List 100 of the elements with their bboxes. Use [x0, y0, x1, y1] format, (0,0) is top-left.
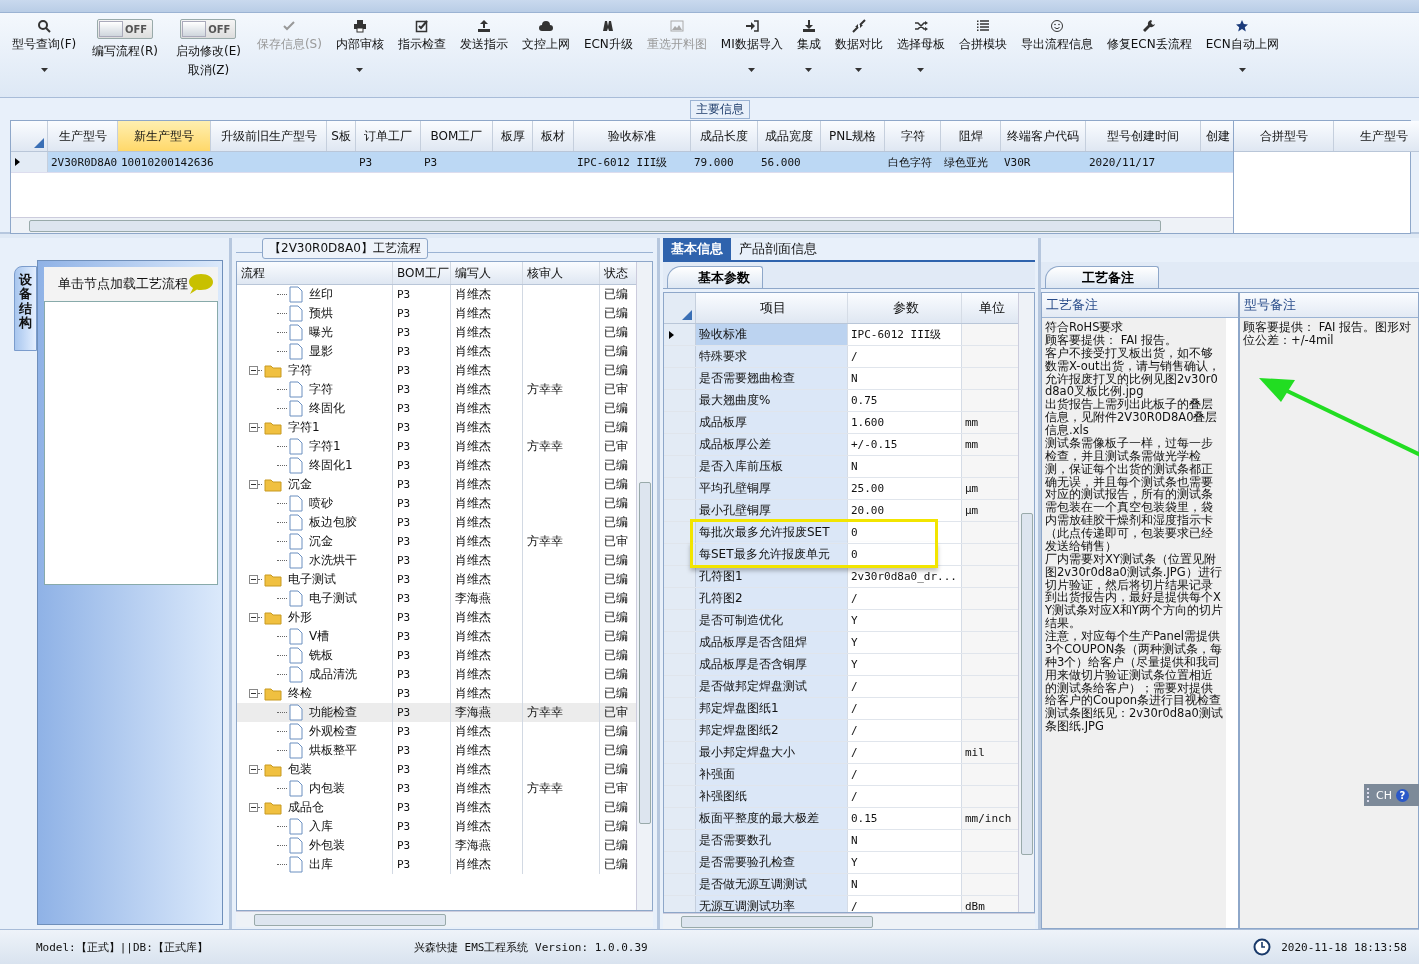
- language-bar[interactable]: CH ?: [1364, 784, 1419, 806]
- tab[interactable]: 工艺备注: [1045, 266, 1159, 288]
- collapse-icon[interactable]: [249, 765, 258, 774]
- check-icon: [282, 19, 297, 33]
- table-row[interactable]: 是否入库前压板 N: [664, 456, 1018, 478]
- table-row[interactable]: 是否做无源互调测试 N: [664, 874, 1018, 896]
- table-row[interactable]: 成品板厚是否含铜厚 Y: [664, 654, 1018, 676]
- table-cell: P3: [397, 592, 411, 605]
- table-row[interactable]: 是否做邦定焊盘测试 /: [664, 676, 1018, 698]
- tab[interactable]: 基本参数: [667, 266, 763, 288]
- toolbar-button[interactable]: MI数据导入: [714, 15, 789, 74]
- folder-icon: [264, 610, 282, 625]
- toolbar-button[interactable]: 修复ECN丢流程: [1100, 15, 1198, 55]
- table-cell: P3: [397, 383, 411, 396]
- toolbar-button[interactable]: ECN升级: [577, 15, 639, 55]
- toolbar-button[interactable]: 合拼模块: [952, 15, 1013, 55]
- table-cell: 肖维杰: [455, 552, 491, 569]
- toolbar-button[interactable]: ECN自动上网: [1199, 15, 1285, 74]
- column-header[interactable]: 参数: [848, 293, 962, 323]
- toolbar-button[interactable]: 内部审核: [329, 15, 390, 74]
- vertical-tab[interactable]: 设备结构: [14, 266, 37, 352]
- column-header[interactable]: BOM工厂: [421, 121, 493, 151]
- table-cell: 肖维杰: [455, 514, 491, 531]
- table-row[interactable]: 最小邦定焊盘大小 / mil: [664, 742, 1018, 764]
- column-header[interactable]: BOM工厂: [393, 262, 451, 284]
- collapse-icon[interactable]: [249, 689, 258, 698]
- table-cell: 李海燕: [455, 837, 491, 854]
- vertical-scrollbar[interactable]: [1018, 293, 1034, 912]
- column-header[interactable]: 流程: [237, 262, 393, 284]
- toolbar-button[interactable]: 指示检查: [391, 15, 452, 55]
- column-header[interactable]: 板材: [533, 121, 574, 151]
- collapse-icon[interactable]: [249, 480, 258, 489]
- column-header[interactable]: 编写人: [451, 262, 523, 284]
- column-header[interactable]: 验收标准: [574, 121, 691, 151]
- table-row[interactable]: 板面平整度的最大极差 0.15 mm/inch: [664, 808, 1018, 830]
- collapse-icon[interactable]: [249, 613, 258, 622]
- table-row[interactable]: 2V30R0D8A0 10010200142636 P3 P3 IPC-6012 III级 79.000 56.000 白色字符 绿色亚光 V30R 2020/11/17: [11, 152, 1233, 173]
- column-header[interactable]: 订单工厂: [356, 121, 421, 151]
- table-row[interactable]: 平均孔壁铜厚 25.00 μm: [664, 478, 1018, 500]
- table-row[interactable]: 邦定焊盘图纸1 /: [664, 698, 1018, 720]
- horizontal-scrollbar[interactable]: [663, 913, 1035, 929]
- table-row[interactable]: 最小孔壁铜厚 20.00 μm: [664, 500, 1018, 522]
- toggle-switch[interactable]: OFF: [180, 19, 237, 39]
- table-cell-text: 2V30R0D8A0: [50, 154, 118, 171]
- table-row[interactable]: 是否可制造优化 Y: [664, 610, 1018, 632]
- table-row[interactable]: 孔符图1 2v30r0d8a0_dr...: [664, 566, 1018, 588]
- table-row[interactable]: 孔符图2 /: [664, 588, 1018, 610]
- collapse-icon[interactable]: [249, 575, 258, 584]
- toggle-switch[interactable]: OFF: [97, 19, 154, 39]
- table-row[interactable]: 成品板厚公差 +/-0.15 mm: [664, 434, 1018, 456]
- table-row[interactable]: 每SET最多允许报废单元 0: [664, 544, 1018, 566]
- column-header[interactable]: 型号创建时间: [1086, 121, 1201, 151]
- column-header[interactable]: 成品长度: [691, 121, 758, 151]
- toolbar-button[interactable]: 发送指示: [453, 15, 514, 55]
- horizontal-scrollbar[interactable]: [236, 911, 653, 927]
- table-row[interactable]: 最大翘曲度% 0.75: [664, 390, 1018, 412]
- column-header[interactable]: 阻焊: [941, 121, 1001, 151]
- column-header[interactable]: 核审人: [523, 262, 600, 284]
- table-cell: P3: [397, 573, 411, 586]
- table-cell: mil: [965, 746, 985, 759]
- toolbar-button[interactable]: 数据对比: [828, 15, 889, 74]
- tree-row[interactable]: 功能检查 P3 李海燕 方幸幸 已审: [237, 703, 636, 722]
- column-header[interactable]: 板厚: [493, 121, 533, 151]
- column-header[interactable]: 字符: [885, 121, 941, 151]
- table-row[interactable]: 成品板厚是否含阻焊 Y: [664, 632, 1018, 654]
- toolbar-button[interactable]: 集成: [790, 15, 827, 74]
- horizontal-scrollbar[interactable]: [11, 217, 1233, 233]
- table-row[interactable]: 验收标准 IPC-6012 III级: [664, 324, 1018, 346]
- table-row[interactable]: 补强图纸 /: [664, 786, 1018, 808]
- toolbar-button[interactable]: 文控上网: [515, 15, 576, 55]
- table-cell: 成品板厚是否含铜厚: [699, 656, 807, 673]
- column-header[interactable]: 新生产型号: [118, 121, 211, 151]
- column-header[interactable]: PNL规格: [821, 121, 885, 151]
- collapse-icon[interactable]: [249, 366, 258, 375]
- toolbar-button[interactable]: 选择母板: [890, 15, 951, 74]
- column-header[interactable]: S板: [327, 121, 356, 151]
- column-header[interactable]: 合拼型号: [1234, 121, 1334, 151]
- table-row[interactable]: 是否需要翘曲检查 N: [664, 368, 1018, 390]
- table-cell: P3: [397, 630, 411, 643]
- tab[interactable]: 基本信息: [663, 238, 731, 260]
- table-row[interactable]: 是否需要数孔 N: [664, 830, 1018, 852]
- toolbar-button[interactable]: 型号查询(F): [6, 15, 83, 74]
- column-header[interactable]: 终端客户代码: [1001, 121, 1086, 151]
- table-row[interactable]: 成品板厚 1.600 mm: [664, 412, 1018, 434]
- toolbar-button[interactable]: 导出流程信息: [1014, 15, 1099, 55]
- column-header[interactable]: 项目: [696, 293, 848, 323]
- column-header: 工艺备注: [1042, 293, 1238, 318]
- column-header[interactable]: 升级前旧生产型号: [211, 121, 327, 151]
- table-row[interactable]: 是否需要验孔检查 Y: [664, 852, 1018, 874]
- tab[interactable]: 产品剖面信息: [731, 238, 825, 260]
- table-cell-text: 10010200142636: [120, 154, 211, 171]
- vertical-scrollbar[interactable]: [636, 262, 652, 910]
- table-row[interactable]: 邦定焊盘图纸2 /: [664, 720, 1018, 742]
- column-header[interactable]: 生产型号: [1334, 121, 1419, 151]
- column-header[interactable]: 成品宽度: [758, 121, 821, 151]
- table-row[interactable]: 每批次最多允许报废SET 0: [664, 522, 1018, 544]
- table-row[interactable]: 特殊要求 /: [664, 346, 1018, 368]
- collapse-icon[interactable]: [249, 803, 258, 812]
- collapse-icon[interactable]: [249, 423, 258, 432]
- table-row[interactable]: 补强面 /: [664, 764, 1018, 786]
